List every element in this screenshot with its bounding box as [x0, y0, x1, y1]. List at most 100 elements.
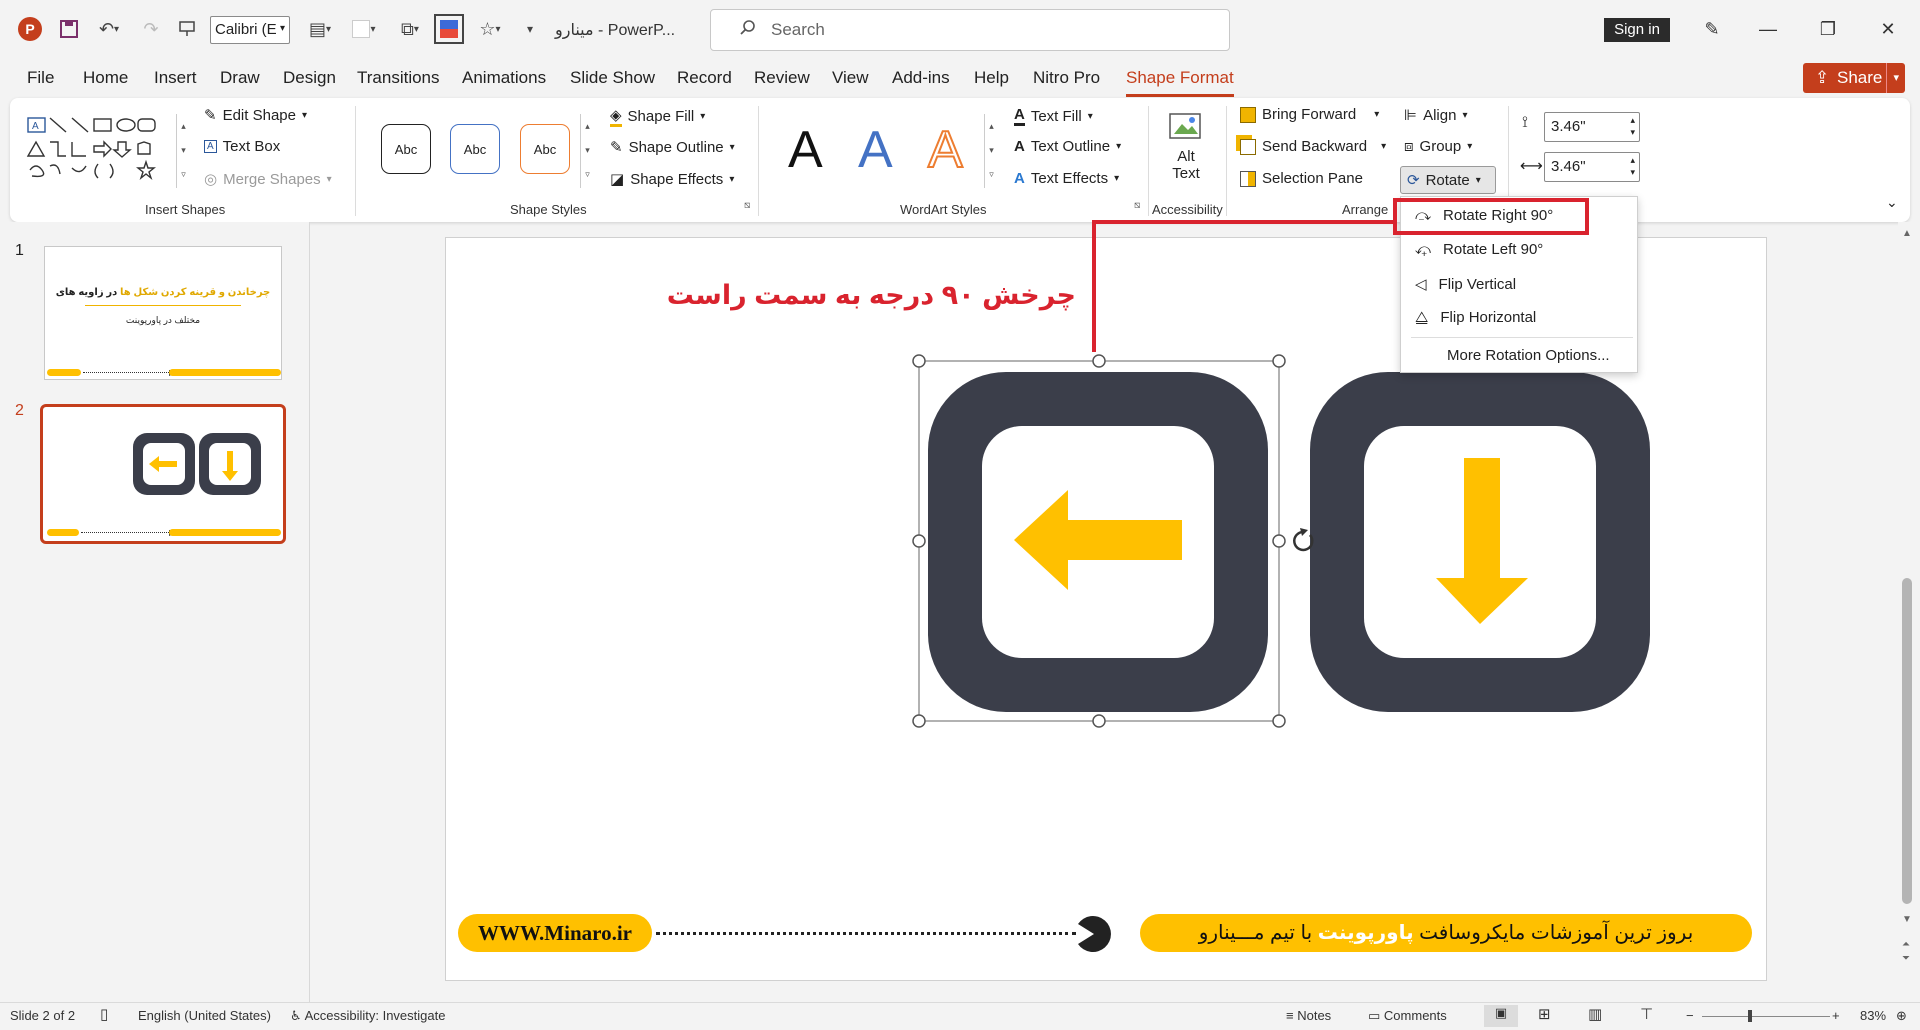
tab-home[interactable]: Home [83, 68, 128, 88]
slide-sorter-icon[interactable]: ⊞ [1538, 1005, 1551, 1023]
text-outline-button[interactable]: A Text Outline ▾ [1014, 138, 1121, 155]
comments-button[interactable]: ▭ Comments [1368, 1008, 1447, 1024]
arrange-group-label: Arrange [1342, 202, 1389, 217]
edit-shape-button[interactable]: ✎ Edit Shape ▾ [204, 106, 307, 125]
share-dropdown-icon[interactable]: ▾ [1886, 63, 1899, 93]
bring-forward-icon [1240, 106, 1256, 123]
menu-item-flip-vertical[interactable]: ◁ Flip Vertical [1415, 275, 1516, 294]
scrollbar-thumb[interactable] [1902, 578, 1912, 904]
text-box-icon: A [204, 140, 217, 153]
collapse-ribbon-icon[interactable]: ⌄ [1886, 194, 1898, 211]
minimize-button[interactable]: — [1753, 14, 1783, 44]
shape-effects-button[interactable]: ◪ Shape Effects ▾ [610, 170, 734, 189]
save-icon[interactable] [56, 16, 82, 42]
layout-icon[interactable]: ▤ ▾ [300, 16, 340, 42]
shape-effects-icon: ◪ [610, 171, 625, 188]
color-picker-icon[interactable] [434, 14, 464, 44]
shape-style-1[interactable]: Abc [381, 124, 431, 174]
rotate-button[interactable]: ⟳ Rotate ▾ [1400, 166, 1496, 194]
tab-review[interactable]: Review [754, 68, 810, 88]
restore-button[interactable]: ❐ [1813, 14, 1843, 44]
shape-width-field[interactable]: 3.46" ▴ ▾ [1544, 152, 1640, 182]
shape-styles-launcher-icon[interactable]: ⧅ [744, 200, 750, 211]
prev-next-slide-icon[interactable]: ⏶ ⏷ [1902, 938, 1910, 966]
alt-text-button[interactable]: Alt Text [1166, 110, 1206, 194]
send-backward-button[interactable]: Send Backward ▾ [1240, 138, 1386, 155]
scroll-down-icon[interactable]: ▼ [1902, 914, 1912, 925]
tab-design[interactable]: Design [283, 68, 336, 88]
align-button[interactable]: ⊫ Align ▾ [1404, 106, 1467, 125]
scroll-up-icon[interactable]: ▲ [1902, 228, 1912, 239]
shape-height-field[interactable]: 3.46" ▴ ▾ [1544, 112, 1640, 142]
zoom-level[interactable]: 83% [1860, 1008, 1886, 1023]
wordart-style-blue[interactable]: A [858, 120, 893, 180]
zoom-in-icon[interactable]: + [1832, 1008, 1840, 1023]
redo-icon[interactable]: ↷ [138, 16, 164, 42]
favorite-icon[interactable]: ☆ ▾ [470, 16, 510, 42]
height-icon: ⟟ [1522, 114, 1528, 131]
fit-to-window-icon[interactable]: ⊕ [1896, 1008, 1907, 1024]
shape-style-2[interactable]: Abc [450, 124, 500, 174]
shapes-icon[interactable]: ⧉ ▾ [390, 16, 430, 42]
tab-animations[interactable]: Animations [462, 68, 546, 88]
slide-thumbnail-1[interactable]: چرخاندن و قرینه کردن شکل ها در زاویه های… [44, 246, 282, 380]
close-button[interactable]: ✕ [1873, 14, 1903, 44]
bring-forward-button[interactable]: Bring Forward ▾ [1240, 106, 1379, 123]
selection-pane-button[interactable]: Selection Pane [1240, 170, 1363, 187]
tab-view[interactable]: View [832, 68, 869, 88]
tab-help[interactable]: Help [974, 68, 1009, 88]
tab-file[interactable]: File [27, 68, 54, 88]
group-button[interactable]: ⧈ Group ▾ [1404, 138, 1472, 155]
customize-qat-icon[interactable]: ▾ [522, 16, 538, 42]
wordart-scroll[interactable]: ▴ ▾ ▿ [984, 114, 998, 188]
tab-nitro-pro[interactable]: Nitro Pro [1033, 68, 1100, 88]
group-icon: ⧈ [1404, 138, 1414, 155]
reading-view-icon[interactable]: ▥ [1588, 1005, 1602, 1023]
font-name-box[interactable]: Calibri (E ▾ [210, 16, 290, 44]
text-effects-button[interactable]: A Text Effects ▾ [1014, 170, 1119, 187]
shapes-gallery-scroll[interactable]: ▴ ▾ ▿ [176, 114, 190, 188]
text-fill-button[interactable]: A Text Fill ▾ [1014, 106, 1093, 126]
ribbon-separator [1148, 106, 1149, 216]
selection-frame[interactable] [912, 354, 1330, 730]
share-button[interactable]: ⇪ Share ▾ [1803, 63, 1905, 93]
shape-styles-scroll[interactable]: ▴ ▾ ▿ [580, 114, 594, 188]
pen-icon[interactable]: ✎ [1697, 14, 1727, 44]
shape-fill-button[interactable]: ◈ Shape Fill ▾ [610, 106, 705, 127]
language-status[interactable]: English (United States) [138, 1008, 271, 1023]
spelling-icon[interactable]: ▯ [100, 1005, 108, 1023]
tab-transitions[interactable]: Transitions [357, 68, 440, 88]
tab-draw[interactable]: Draw [220, 68, 260, 88]
zoom-out-icon[interactable]: − [1686, 1008, 1694, 1023]
search-input[interactable]: Search [710, 9, 1230, 51]
merge-shapes-button[interactable]: ◎ Merge Shapes ▾ [204, 170, 332, 189]
fill-color-icon[interactable]: ▾ [346, 16, 382, 42]
tab-add-ins[interactable]: Add-ins [892, 68, 950, 88]
accessibility-status[interactable]: ♿ Accessibility: Investigate [290, 1008, 445, 1024]
zoom-slider[interactable] [1702, 1016, 1830, 1017]
normal-view-icon[interactable]: ▣ [1484, 1005, 1518, 1027]
tab-insert[interactable]: Insert [154, 68, 197, 88]
present-icon[interactable] [174, 16, 200, 42]
notes-button[interactable]: ≡ Notes [1286, 1008, 1331, 1023]
shape-style-3[interactable]: Abc [520, 124, 570, 174]
slide-thumbnail-2-selected[interactable]: ▶ [40, 404, 286, 544]
wordart-style-black[interactable]: A [788, 120, 823, 180]
shapes-gallery[interactable]: A [26, 114, 176, 190]
menu-item-more-rotation[interactable]: More Rotation Options... [1447, 347, 1610, 364]
tab-record[interactable]: Record [677, 68, 732, 88]
tab-slide-show[interactable]: Slide Show [570, 68, 655, 88]
text-box-button[interactable]: A Text Box [204, 138, 280, 155]
undo-icon[interactable]: ↶ ▾ [92, 16, 126, 42]
powerpoint-logo-icon: P [18, 17, 42, 41]
sign-in-button[interactable]: Sign in [1604, 18, 1670, 42]
menu-item-rotate-left[interactable]: ⤽ Rotate Left 90° [1415, 241, 1543, 258]
zoom-slider-thumb[interactable] [1748, 1010, 1752, 1022]
menu-item-flip-horizontal[interactable]: ⧋ Flip Horizontal [1415, 309, 1536, 326]
wordart-launcher-icon[interactable]: ⧅ [1134, 200, 1140, 211]
wordart-style-orange[interactable]: A [927, 120, 964, 180]
shape-outline-button[interactable]: ✎ Shape Outline ▾ [610, 138, 735, 157]
slideshow-view-icon[interactable]: ⊤ [1640, 1005, 1653, 1023]
tab-shape-format[interactable]: Shape Format [1126, 68, 1234, 88]
rounded-square-down-arrow[interactable] [1306, 368, 1654, 716]
